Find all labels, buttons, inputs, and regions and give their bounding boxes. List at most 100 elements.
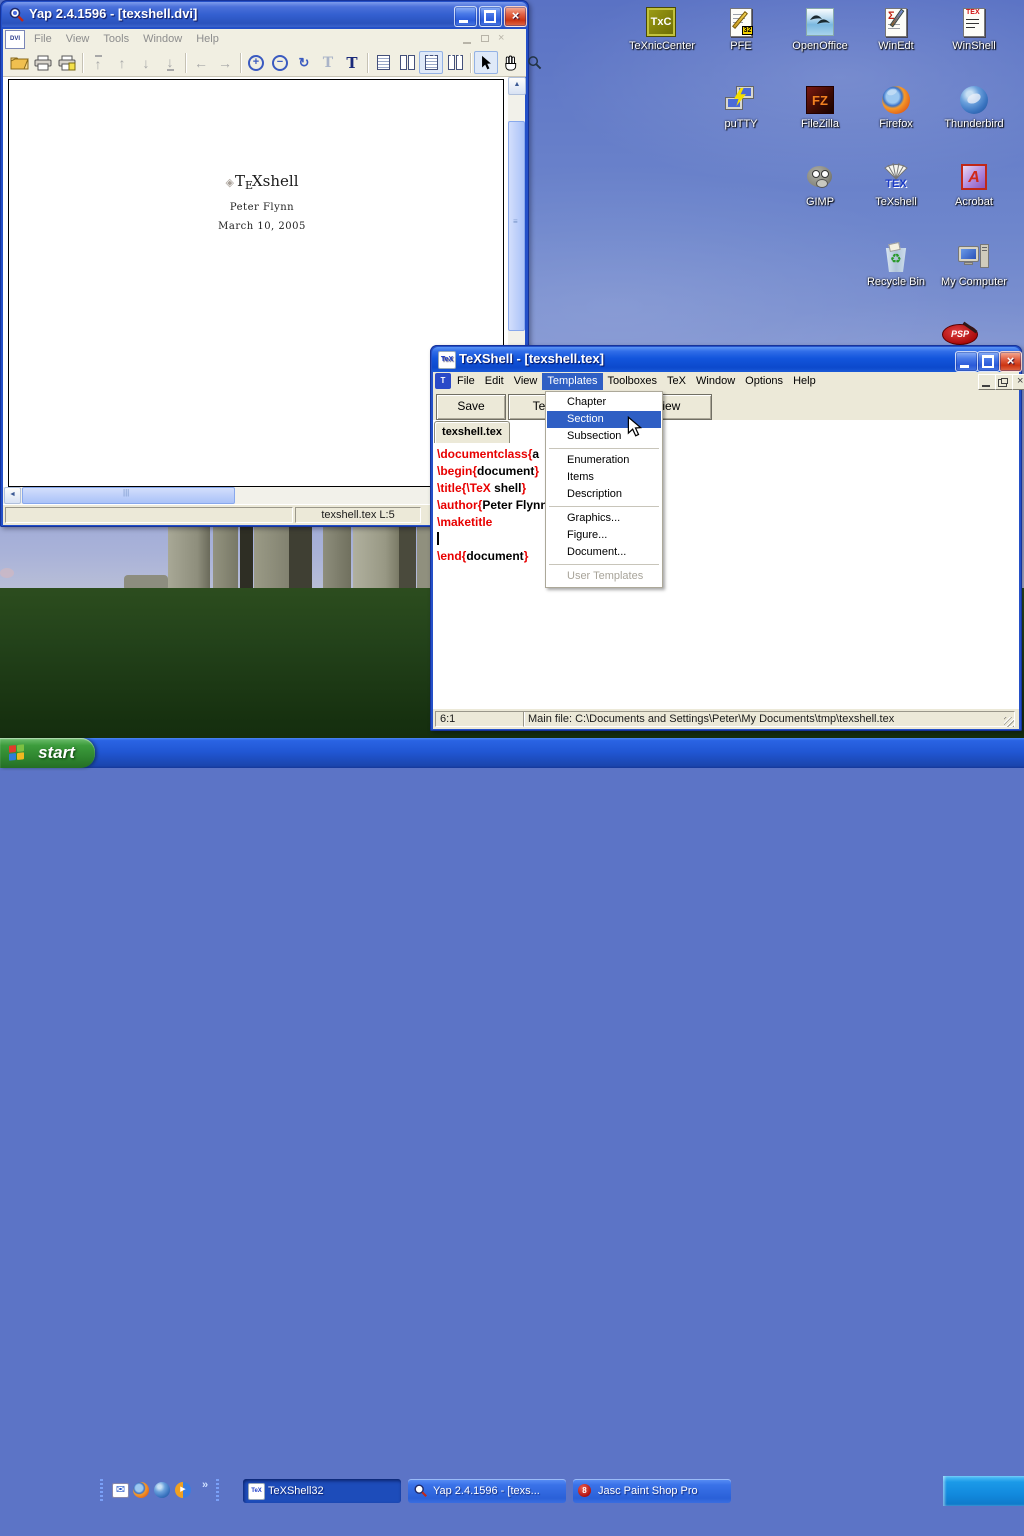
templates-menu-item-document[interactable]: Document... [547, 544, 661, 561]
open-file-button[interactable] [7, 51, 31, 74]
zoom-out-button[interactable]: − [268, 51, 292, 74]
zoom-in-button[interactable]: + [244, 51, 268, 74]
templates-menu-item-graphics[interactable]: Graphics... [547, 510, 661, 527]
file-tab[interactable]: texshell.tex [434, 421, 510, 443]
templates-menu-item-description[interactable]: Description [547, 486, 661, 503]
desktop-icon-firefox[interactable]: Firefox [858, 84, 934, 130]
desktop-icon-winshell[interactable]: TEX WinShell [936, 6, 1012, 52]
texshell-menu-toolboxes[interactable]: Toolboxes [603, 373, 663, 390]
winshell-icon: TEX [957, 6, 991, 38]
texshell-app-icon: TeX [438, 351, 456, 369]
main-file-status: Main file: C:\Documents and Settings\Pet… [523, 711, 1015, 727]
texshell-menu-tex[interactable]: TeX [662, 373, 691, 390]
back-button[interactable]: ← [189, 51, 213, 74]
texshell-minimize-button[interactable] [955, 351, 978, 372]
mdi-minimize-button[interactable] [978, 374, 996, 390]
yap-mdi-minimize-button[interactable] [459, 31, 477, 47]
editor-area[interactable]: texshell.tex \documentclass{a\begin{docu… [433, 420, 1019, 708]
texshell-menu-file[interactable]: File [452, 373, 480, 390]
yap-mdi-close-button[interactable]: × [493, 31, 511, 47]
select-tool-button[interactable] [474, 51, 498, 74]
code-segment: } [521, 481, 526, 495]
desktop-icon-filezilla[interactable]: FZ FileZilla [782, 84, 858, 130]
templates-menu-item-chapter[interactable]: Chapter [547, 394, 661, 411]
desktop-icon-recyclebin[interactable]: ♻ Recycle Bin [858, 242, 934, 288]
yap-menu-view[interactable]: View [59, 30, 97, 48]
desktop-icon-pfe[interactable]: 32 PFE [703, 6, 779, 52]
templates-menu-item-items[interactable]: Items [547, 469, 661, 486]
texshell-menu-edit[interactable]: Edit [480, 373, 509, 390]
taskbar-button-yap[interactable]: Yap 2.4.1596 - [texs... [408, 1479, 566, 1503]
facing-pages-button[interactable] [395, 51, 419, 74]
mouse-cursor [627, 416, 642, 438]
yap-menu-window[interactable]: Window [136, 30, 189, 48]
text-render-button[interactable]: T [340, 51, 364, 74]
scroll-up-button[interactable]: ▲ [508, 77, 526, 95]
texshell-close-button[interactable]: × [999, 351, 1022, 372]
desktop-icon-texshell[interactable]: TEX TeXshell [858, 162, 934, 208]
next-page-button[interactable]: ↓ [134, 51, 158, 74]
mdi-close-button[interactable]: × [1012, 374, 1024, 390]
desktop-icon-texniccenter[interactable]: TxC TeXnicCenter [624, 6, 700, 52]
magnify-tool-button[interactable] [522, 51, 546, 74]
yap-titlebar[interactable]: Yap 2.4.1596 - [texshell.dvi] × [2, 2, 527, 27]
texshell-maximize-button[interactable] [977, 351, 1000, 372]
taskbar-button-paintshoppro[interactable]: 8 Jasc Paint Shop Pro [573, 1479, 731, 1503]
resize-grip[interactable] [1004, 717, 1014, 727]
texshell-menu-view[interactable]: View [509, 373, 543, 390]
editor-line: \title{\TeX shell} [437, 480, 1017, 497]
print-button[interactable] [31, 51, 55, 74]
texshell-menu-window[interactable]: Window [691, 373, 740, 390]
hand-tool-button[interactable] [498, 51, 522, 74]
yap-mdi-restore-button[interactable] [476, 31, 494, 47]
scroll-left-button[interactable]: ◄ [4, 487, 21, 504]
quicklaunch-thunderbird[interactable] [154, 1482, 171, 1499]
yap-menu-file[interactable]: File [27, 30, 59, 48]
text-outline-button[interactable]: T [316, 51, 340, 74]
desktop-icon-winedt[interactable]: Σ WinEdt [858, 6, 934, 52]
yap-close-button[interactable]: × [504, 6, 527, 27]
texshell-menu-options[interactable]: Options [740, 373, 788, 390]
templates-menu-item-enumeration[interactable]: Enumeration [547, 452, 661, 469]
refresh-button[interactable]: ↻ [292, 51, 316, 74]
last-page-button[interactable]: ↓ [158, 51, 182, 74]
quicklaunch-media-player[interactable]: ▶ [175, 1482, 192, 1499]
hscroll-thumb[interactable]: ||| [22, 487, 235, 504]
previous-page-button[interactable]: ↑ [110, 51, 134, 74]
taskbar: start ✉ ▶ » TeX TeXShell32 Yap 2.4.1596 … [0, 738, 1024, 768]
texshell-menu-templates[interactable]: Templates [542, 373, 602, 390]
start-button[interactable]: start [0, 738, 95, 768]
texshell-titlebar[interactable]: TeX TeXShell - [texshell.tex] × [432, 347, 1020, 372]
desktop-icon-thunderbird[interactable]: Thunderbird [936, 84, 1012, 130]
forward-button[interactable]: → [213, 51, 237, 74]
print-setup-button[interactable] [55, 51, 79, 74]
desktop-icon-gimp[interactable]: GIMP [782, 162, 858, 208]
quicklaunch-overflow-chevron[interactable]: » [202, 1479, 208, 1491]
taskbar-button-texshell32[interactable]: TeX TeXShell32 [243, 1479, 401, 1503]
desktop-icon-mycomputer[interactable]: My Computer [936, 242, 1012, 288]
templates-menu-item-section[interactable]: Section [547, 411, 661, 428]
desktop-icon-putty[interactable]: puTTY [703, 84, 779, 130]
yap-menu-help[interactable]: Help [189, 30, 226, 48]
continuous-facing-button[interactable] [443, 51, 467, 74]
yap-minimize-button[interactable] [454, 6, 477, 27]
vscroll-thumb[interactable]: ≡ [508, 121, 525, 331]
quicklaunch-firefox[interactable] [133, 1482, 150, 1499]
save-button[interactable]: Save [436, 394, 506, 420]
code-segment: \title{\TeX [437, 481, 491, 495]
templates-menu-item-subsection[interactable]: Subsection [547, 428, 661, 445]
yap-menu-tools[interactable]: Tools [96, 30, 136, 48]
quicklaunch-outlook-express[interactable]: ✉ [112, 1482, 129, 1499]
code-segment: document [466, 549, 523, 563]
hand-tool-icon [503, 55, 518, 71]
single-page-button[interactable] [371, 51, 395, 74]
mdi-restore-button[interactable] [995, 374, 1013, 390]
templates-menu-item-figure[interactable]: Figure... [547, 527, 661, 544]
texshell-menu-help[interactable]: Help [788, 373, 821, 390]
continuous-page-button[interactable] [419, 51, 443, 74]
desktop-icon-openoffice[interactable]: OpenOffice [782, 6, 858, 52]
pfe-icon: 32 [724, 6, 758, 38]
desktop-icon-acrobat[interactable]: A Acrobat [936, 162, 1012, 208]
first-page-button[interactable]: ↑ [86, 51, 110, 74]
yap-maximize-button[interactable] [479, 6, 502, 27]
